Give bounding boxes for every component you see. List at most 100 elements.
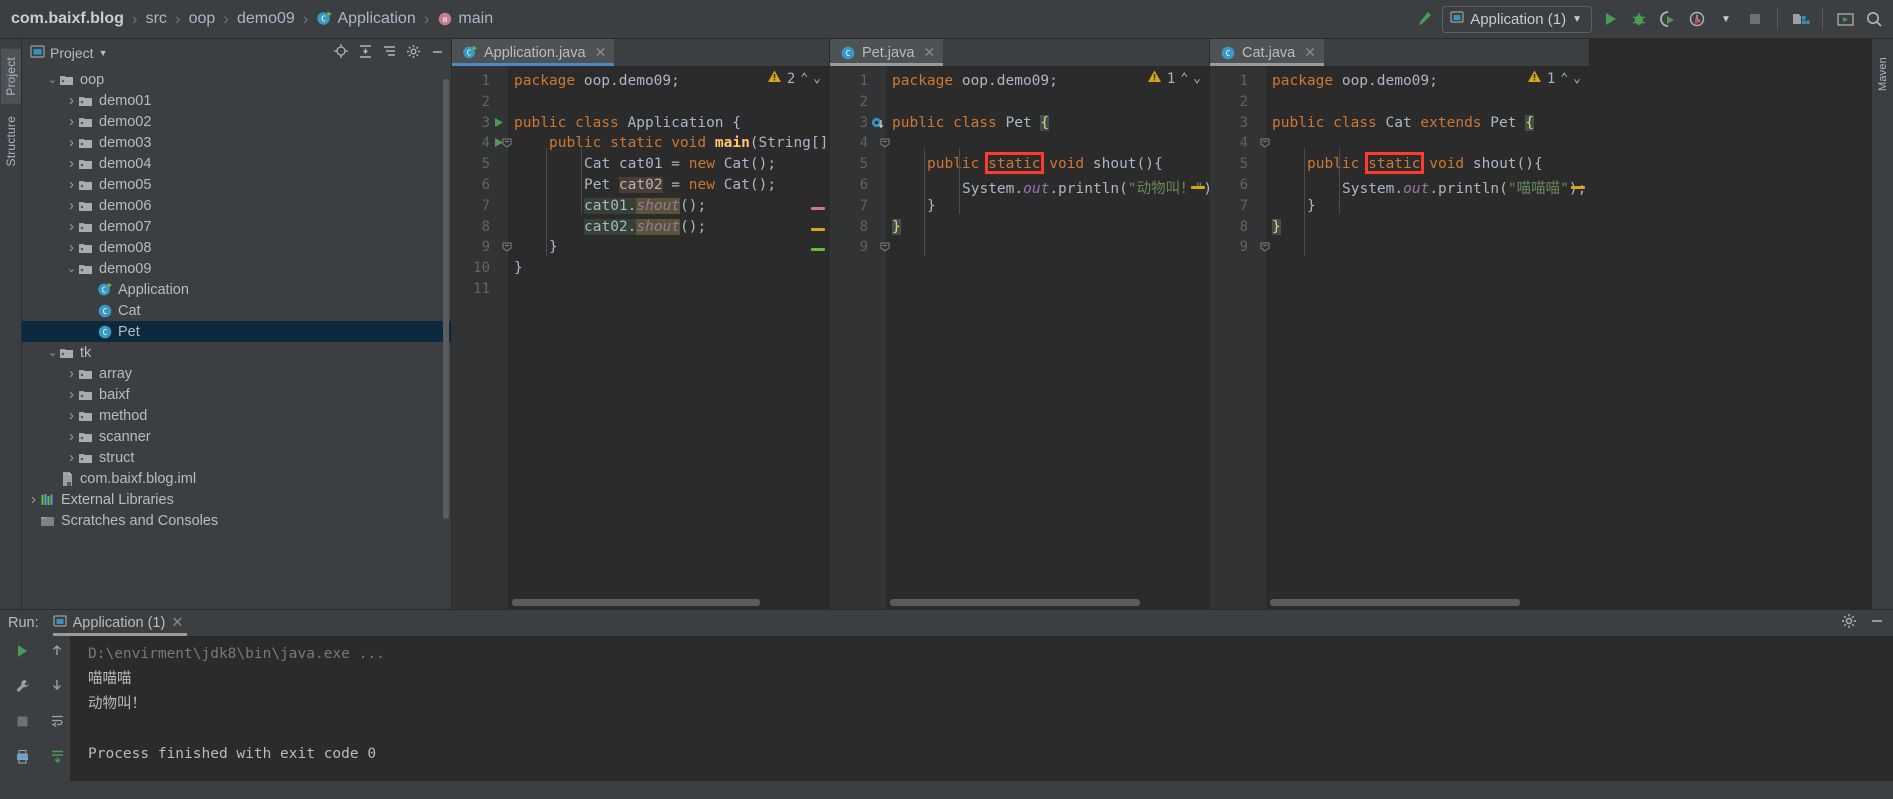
tree-row[interactable]: › method	[22, 405, 451, 426]
chevron-right-icon[interactable]: ›	[65, 155, 78, 172]
editor-body[interactable]: 2 ⌃ ⌄ 1 package oop.demo09; 2 3 public class Ap…	[452, 66, 829, 609]
chevron-down-icon[interactable]: ⌄	[1193, 71, 1201, 86]
tree-row-selected[interactable]: C Pet	[22, 321, 451, 342]
chevron-down-icon[interactable]: ▼	[1572, 14, 1582, 25]
editor-horizontal-scrollbar[interactable]	[512, 599, 760, 606]
run-tab[interactable]: Application (1) ✕	[49, 610, 192, 636]
tree-row[interactable]: ⌄ oop	[22, 69, 451, 90]
build-project-icon[interactable]	[1789, 8, 1811, 30]
collapse-all-icon[interactable]	[382, 44, 397, 62]
tool-tab-structure[interactable]: Structure	[1, 108, 21, 175]
project-panel-title-group[interactable]: Project ▼	[30, 44, 108, 62]
chevron-down-icon[interactable]: ▼	[1715, 8, 1737, 30]
breadcrumb-item[interactable]: oop	[186, 10, 219, 28]
close-icon[interactable]: ✕	[595, 44, 607, 61]
soft-wrap-icon[interactable]	[50, 713, 65, 733]
tree-row[interactable]: › struct	[22, 447, 451, 468]
run-gutter-icon[interactable]	[494, 117, 504, 131]
chevron-right-icon[interactable]: ›	[65, 407, 78, 424]
inspection-widget[interactable]: 2 ⌃ ⌄	[767, 69, 821, 88]
tree-row[interactable]: com.baixf.blog.iml	[22, 468, 451, 489]
tree-row[interactable]: ⌄ tk	[22, 342, 451, 363]
tree-row[interactable]: › demo02	[22, 111, 451, 132]
tree-row[interactable]: › baixf	[22, 384, 451, 405]
tree-row[interactable]: › demo01	[22, 90, 451, 111]
chevron-right-icon[interactable]: ›	[65, 428, 78, 445]
code-fold-marker[interactable]	[502, 242, 512, 257]
code-fold-marker[interactable]	[1260, 242, 1270, 257]
error-stripe-marker[interactable]	[1191, 186, 1205, 189]
overridden-method-gutter-icon[interactable]	[871, 117, 885, 135]
scroll-up-icon[interactable]	[50, 643, 64, 662]
rerun-icon[interactable]	[14, 643, 30, 664]
tree-row[interactable]: › demo07	[22, 216, 451, 237]
chevron-right-icon[interactable]: ›	[65, 134, 78, 151]
error-stripe-marker[interactable]	[811, 206, 825, 210]
chevron-right-icon[interactable]: ›	[65, 365, 78, 382]
tool-tab-maven[interactable]: Maven	[1874, 49, 1892, 99]
code-fold-marker[interactable]	[880, 242, 890, 257]
tree-row[interactable]: C Cat	[22, 300, 451, 321]
breadcrumb-item[interactable]: demo09	[234, 10, 298, 28]
chevron-down-icon[interactable]: ⌄	[46, 73, 59, 86]
stop-icon[interactable]	[15, 714, 30, 734]
expand-all-icon[interactable]	[358, 44, 373, 62]
hammer-icon[interactable]	[1413, 8, 1435, 30]
chevron-right-icon[interactable]: ›	[65, 449, 78, 466]
settings-icon[interactable]	[1841, 613, 1857, 633]
tree-row[interactable]: › demo05	[22, 174, 451, 195]
tree-row[interactable]: › demo04	[22, 153, 451, 174]
debug-icon[interactable]	[1628, 8, 1650, 30]
inspection-widget[interactable]: 1 ⌃ ⌄	[1147, 69, 1201, 88]
code-fold-marker[interactable]	[880, 138, 890, 153]
print-icon[interactable]	[14, 748, 31, 770]
inspection-widget[interactable]: 1 ⌃ ⌄	[1527, 69, 1581, 88]
profiler-icon[interactable]	[1686, 8, 1708, 30]
editor-horizontal-scrollbar[interactable]	[1270, 599, 1520, 606]
editor-tab[interactable]: C Pet.java ✕	[830, 39, 944, 66]
error-stripe-marker[interactable]	[811, 227, 825, 231]
chevron-right-icon[interactable]: ›	[65, 218, 78, 235]
code-fold-marker[interactable]	[502, 138, 512, 153]
project-tree[interactable]: ⌄ oop › demo01 › demo02 › demo03 › demo04 › demo05 ›…	[22, 66, 451, 609]
editor-horizontal-scrollbar[interactable]	[890, 599, 1140, 606]
editor-body[interactable]: 1 ⌃ ⌄ 1 package oop.demo09; 2 3 public class Pe…	[830, 66, 1209, 609]
chevron-up-icon[interactable]: ⌃	[1560, 71, 1568, 86]
tree-row[interactable]: › demo03	[22, 132, 451, 153]
run-with-coverage-icon[interactable]	[1657, 8, 1679, 30]
breadcrumb-item[interactable]: src	[143, 10, 170, 28]
wrench-icon[interactable]	[14, 678, 31, 700]
chevron-right-icon[interactable]: ›	[65, 197, 78, 214]
preview-icon[interactable]	[1834, 8, 1856, 30]
breadcrumb-item[interactable]: m main	[434, 10, 496, 28]
run-icon[interactable]	[1599, 8, 1621, 30]
chevron-down-icon[interactable]: ⌄	[813, 71, 821, 86]
chevron-down-icon[interactable]: ⌄	[1573, 71, 1581, 86]
tree-row[interactable]: ⌄ demo09	[22, 258, 451, 279]
editor-tab[interactable]: C Cat.java ✕	[1210, 39, 1324, 66]
chevron-right-icon[interactable]: ›	[65, 113, 78, 130]
editor-tab[interactable]: C Application.java ✕	[452, 39, 615, 66]
chevron-right-icon[interactable]: ›	[65, 239, 78, 256]
minimize-icon[interactable]	[1869, 613, 1885, 633]
chevron-down-icon[interactable]: ⌄	[46, 346, 59, 359]
tree-row[interactable]: › External Libraries	[22, 489, 451, 510]
error-stripe-marker[interactable]	[811, 248, 825, 252]
error-stripe-marker[interactable]	[1571, 186, 1585, 189]
scroll-to-end-icon[interactable]	[50, 749, 65, 769]
tree-row[interactable]: Scratches and Consoles	[22, 510, 451, 531]
chevron-right-icon[interactable]: ›	[27, 491, 40, 508]
tree-row[interactable]: › demo06	[22, 195, 451, 216]
tree-row[interactable]: › scanner	[22, 426, 451, 447]
chevron-down-icon[interactable]: ▼	[99, 48, 108, 58]
tree-row[interactable]: › demo08	[22, 237, 451, 258]
chevron-up-icon[interactable]: ⌃	[1180, 71, 1188, 86]
chevron-right-icon[interactable]: ›	[65, 176, 78, 193]
code-fold-marker[interactable]	[1260, 138, 1270, 153]
settings-icon[interactable]	[406, 44, 421, 62]
run-configuration-selector[interactable]: Application (1) ▼	[1442, 5, 1592, 33]
tree-row[interactable]: C Application	[22, 279, 451, 300]
console-output[interactable]: D:\envirment\jdk8\bin\java.exe ... 喵喵喵 动物叫…	[70, 636, 1893, 781]
tool-tab-project[interactable]: Project	[0, 49, 21, 104]
locate-icon[interactable]	[333, 43, 349, 62]
